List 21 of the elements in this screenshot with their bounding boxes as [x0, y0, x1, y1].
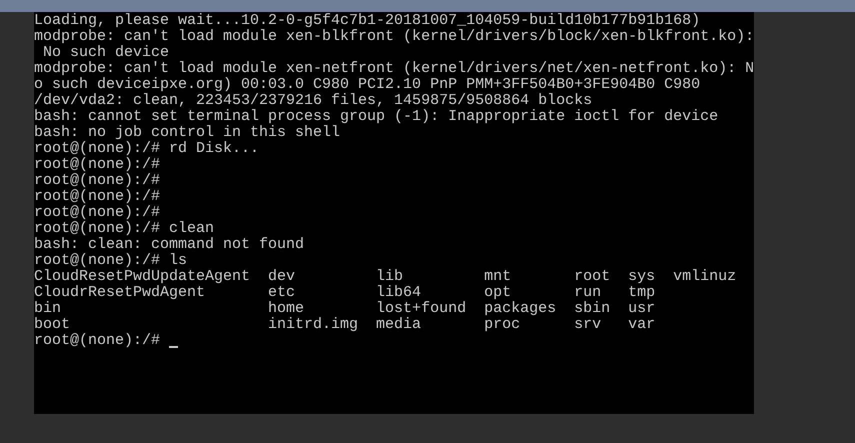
console-line: root@(none):/# rd Disk... — [34, 141, 260, 157]
console-line: bin home lost+found packages sbin usr — [34, 301, 656, 317]
console-line: modprobe: can't load module xen-netfront (kernel/drivers/net/xen-netfront.ko): N — [34, 61, 754, 77]
console-line: root@(none):/# — [34, 333, 160, 349]
console-line: CloudResetPwdUpdateAgent dev lib mnt root sys vmlinuz — [34, 269, 736, 285]
console-line: bash: no job control in this shell — [34, 125, 340, 141]
console-line: bash: cannot set terminal process group (-1): Inappropriate ioctl for device — [34, 109, 718, 125]
console-line: root@(none):/# ls — [34, 253, 188, 269]
console-line: /dev/vda2: clean, 223453/2379216 files, 1459875/9508864 blocks — [34, 93, 592, 109]
console-line: root@(none):/# — [34, 189, 160, 205]
console-line: modprobe: can't load module xen-blkfront (kernel/drivers/block/xen-blkfront.ko): — [34, 29, 754, 45]
console-line: root@(none):/# — [34, 173, 160, 189]
console-line: Loading, please wait...10.2-0-g5f4c7b1-20181007_104059-build10b177b91b168) — [34, 13, 700, 29]
console-line: boot initrd.img media proc srv var — [34, 317, 656, 333]
console-line: CloudrResetPwdAgent etc lib64 opt run tmp — [34, 285, 656, 301]
console-line: root@(none):/# clean — [34, 221, 214, 237]
console-line: No such device — [42, 45, 170, 61]
console-line: root@(none):/# — [34, 205, 160, 221]
console-line: o such deviceipxe.org) 00:03.0 C980 PCI2.10 PnP PMM+3FF504B0+3FE904B0 C980 — [34, 77, 700, 93]
console-line: root@(none):/# — [34, 157, 160, 173]
console-line: bash: clean: command not found — [34, 237, 304, 253]
